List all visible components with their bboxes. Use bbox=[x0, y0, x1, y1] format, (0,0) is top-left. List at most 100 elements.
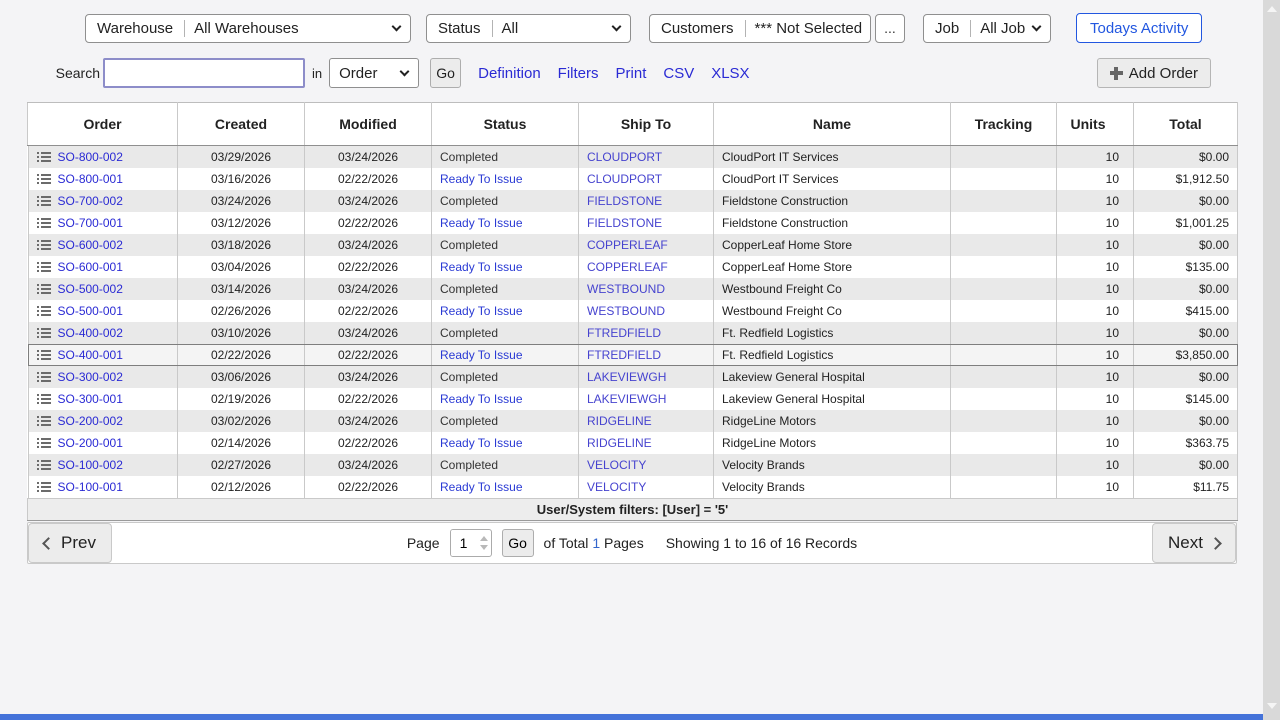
shipto-link[interactable]: WESTBOUND bbox=[587, 282, 665, 296]
table-row[interactable]: SO-500-002 03/14/2026 03/24/2026 Complet… bbox=[28, 278, 1238, 300]
col-header-shipto[interactable]: Ship To bbox=[579, 103, 714, 146]
page-spinner[interactable] bbox=[477, 530, 491, 556]
row-list-icon[interactable] bbox=[37, 239, 51, 251]
status-cell[interactable]: Completed bbox=[440, 194, 498, 208]
order-link[interactable]: SO-800-002 bbox=[58, 150, 123, 164]
order-link[interactable]: SO-100-001 bbox=[58, 480, 123, 494]
order-link[interactable]: SO-700-002 bbox=[58, 194, 123, 208]
shipto-link[interactable]: FIELDSTONE bbox=[587, 216, 662, 230]
next-button[interactable]: Next bbox=[1152, 523, 1236, 563]
row-list-icon[interactable] bbox=[37, 217, 51, 229]
customers-more-button[interactable]: ... bbox=[875, 14, 905, 43]
status-cell[interactable]: Ready To Issue bbox=[440, 348, 523, 362]
order-link[interactable]: SO-400-001 bbox=[58, 348, 123, 362]
table-row[interactable]: SO-600-002 03/18/2026 03/24/2026 Complet… bbox=[28, 234, 1238, 256]
definition-link[interactable]: Definition bbox=[478, 65, 541, 82]
search-input[interactable] bbox=[103, 58, 305, 88]
col-header-modified[interactable]: Modified bbox=[305, 103, 432, 146]
row-list-icon[interactable] bbox=[37, 261, 51, 273]
col-header-name[interactable]: Name bbox=[714, 103, 951, 146]
xlsx-link[interactable]: XLSX bbox=[711, 65, 749, 82]
shipto-link[interactable]: FTREDFIELD bbox=[587, 326, 661, 340]
table-row[interactable]: SO-700-001 03/12/2026 02/22/2026 Ready T… bbox=[28, 212, 1238, 234]
todays-activity-button[interactable]: Todays Activity bbox=[1076, 13, 1202, 43]
table-row[interactable]: SO-400-001 02/22/2026 02/22/2026 Ready T… bbox=[28, 344, 1238, 366]
shipto-link[interactable]: COPPERLEAF bbox=[587, 238, 668, 252]
row-list-icon[interactable] bbox=[37, 481, 51, 493]
col-header-status[interactable]: Status bbox=[432, 103, 579, 146]
order-link[interactable]: SO-300-001 bbox=[58, 392, 123, 406]
status-cell[interactable]: Completed bbox=[440, 150, 498, 164]
scroll-up-icon[interactable] bbox=[1263, 0, 1280, 17]
shipto-link[interactable]: FTREDFIELD bbox=[587, 348, 661, 362]
csv-link[interactable]: CSV bbox=[663, 65, 694, 82]
shipto-link[interactable]: COPPERLEAF bbox=[587, 260, 668, 274]
row-list-icon[interactable] bbox=[37, 393, 51, 405]
shipto-link[interactable]: LAKEVIEWGH bbox=[587, 370, 666, 384]
page-input[interactable] bbox=[451, 530, 477, 556]
order-link[interactable]: SO-400-002 bbox=[58, 326, 123, 340]
status-cell[interactable]: Ready To Issue bbox=[440, 304, 523, 318]
table-row[interactable]: SO-800-002 03/29/2026 03/24/2026 Complet… bbox=[28, 146, 1238, 169]
order-link[interactable]: SO-100-002 bbox=[58, 458, 123, 472]
status-cell[interactable]: Completed bbox=[440, 238, 498, 252]
row-list-icon[interactable] bbox=[37, 151, 51, 163]
row-list-icon[interactable] bbox=[37, 349, 51, 361]
table-row[interactable]: SO-700-002 03/24/2026 03/24/2026 Complet… bbox=[28, 190, 1238, 212]
scroll-down-icon[interactable] bbox=[1263, 697, 1280, 714]
table-row[interactable]: SO-400-002 03/10/2026 03/24/2026 Complet… bbox=[28, 322, 1238, 344]
customers-field[interactable]: Customers *** Not Selected bbox=[649, 14, 871, 43]
table-row[interactable]: SO-100-002 02/27/2026 03/24/2026 Complet… bbox=[28, 454, 1238, 476]
status-cell[interactable]: Ready To Issue bbox=[440, 260, 523, 274]
status-cell[interactable]: Ready To Issue bbox=[440, 172, 523, 186]
shipto-link[interactable]: RIDGELINE bbox=[587, 414, 652, 428]
order-link[interactable]: SO-800-001 bbox=[58, 172, 123, 186]
row-list-icon[interactable] bbox=[37, 283, 51, 295]
status-cell[interactable]: Ready To Issue bbox=[440, 392, 523, 406]
status-cell[interactable]: Completed bbox=[440, 458, 498, 472]
search-go-button[interactable]: Go bbox=[430, 58, 461, 88]
col-header-units[interactable]: Units bbox=[1057, 103, 1134, 146]
order-link[interactable]: SO-700-001 bbox=[58, 216, 123, 230]
shipto-link[interactable]: RIDGELINE bbox=[587, 436, 652, 450]
order-link[interactable]: SO-600-001 bbox=[58, 260, 123, 274]
table-row[interactable]: SO-800-001 03/16/2026 02/22/2026 Ready T… bbox=[28, 168, 1238, 190]
table-row[interactable]: SO-200-001 02/14/2026 02/22/2026 Ready T… bbox=[28, 432, 1238, 454]
spinner-up-icon[interactable] bbox=[480, 536, 488, 541]
row-list-icon[interactable] bbox=[37, 459, 51, 471]
search-in-select[interactable]: Order bbox=[329, 58, 419, 88]
page-go-button[interactable]: Go bbox=[502, 529, 534, 557]
shipto-link[interactable]: VELOCITY bbox=[587, 458, 646, 472]
table-row[interactable]: SO-200-002 03/02/2026 03/24/2026 Complet… bbox=[28, 410, 1238, 432]
shipto-link[interactable]: CLOUDPORT bbox=[587, 150, 662, 164]
status-cell[interactable]: Ready To Issue bbox=[440, 216, 523, 230]
order-link[interactable]: SO-500-002 bbox=[58, 282, 123, 296]
table-row[interactable]: SO-500-001 02/26/2026 02/22/2026 Ready T… bbox=[28, 300, 1238, 322]
row-list-icon[interactable] bbox=[37, 195, 51, 207]
col-header-created[interactable]: Created bbox=[178, 103, 305, 146]
row-list-icon[interactable] bbox=[37, 305, 51, 317]
status-cell[interactable]: Completed bbox=[440, 414, 498, 428]
job-select[interactable]: Job All Jobs bbox=[923, 14, 1051, 43]
shipto-link[interactable]: CLOUDPORT bbox=[587, 172, 662, 186]
order-link[interactable]: SO-200-001 bbox=[58, 436, 123, 450]
status-cell[interactable]: Ready To Issue bbox=[440, 436, 523, 450]
shipto-link[interactable]: WESTBOUND bbox=[587, 304, 665, 318]
col-header-order[interactable]: Order bbox=[28, 103, 178, 146]
status-select[interactable]: Status All bbox=[426, 14, 631, 43]
row-list-icon[interactable] bbox=[37, 371, 51, 383]
col-header-tracking[interactable]: Tracking bbox=[951, 103, 1057, 146]
print-link[interactable]: Print bbox=[616, 65, 647, 82]
shipto-link[interactable]: VELOCITY bbox=[587, 480, 646, 494]
order-link[interactable]: SO-600-002 bbox=[58, 238, 123, 252]
table-row[interactable]: SO-300-001 02/19/2026 02/22/2026 Ready T… bbox=[28, 388, 1238, 410]
shipto-link[interactable]: FIELDSTONE bbox=[587, 194, 662, 208]
status-cell[interactable]: Completed bbox=[440, 326, 498, 340]
row-list-icon[interactable] bbox=[37, 327, 51, 339]
row-list-icon[interactable] bbox=[37, 437, 51, 449]
shipto-link[interactable]: LAKEVIEWGH bbox=[587, 392, 666, 406]
order-link[interactable]: SO-500-001 bbox=[58, 304, 123, 318]
status-cell[interactable]: Ready To Issue bbox=[440, 480, 523, 494]
add-order-button[interactable]: Add Order bbox=[1097, 58, 1211, 88]
order-link[interactable]: SO-300-002 bbox=[58, 370, 123, 384]
